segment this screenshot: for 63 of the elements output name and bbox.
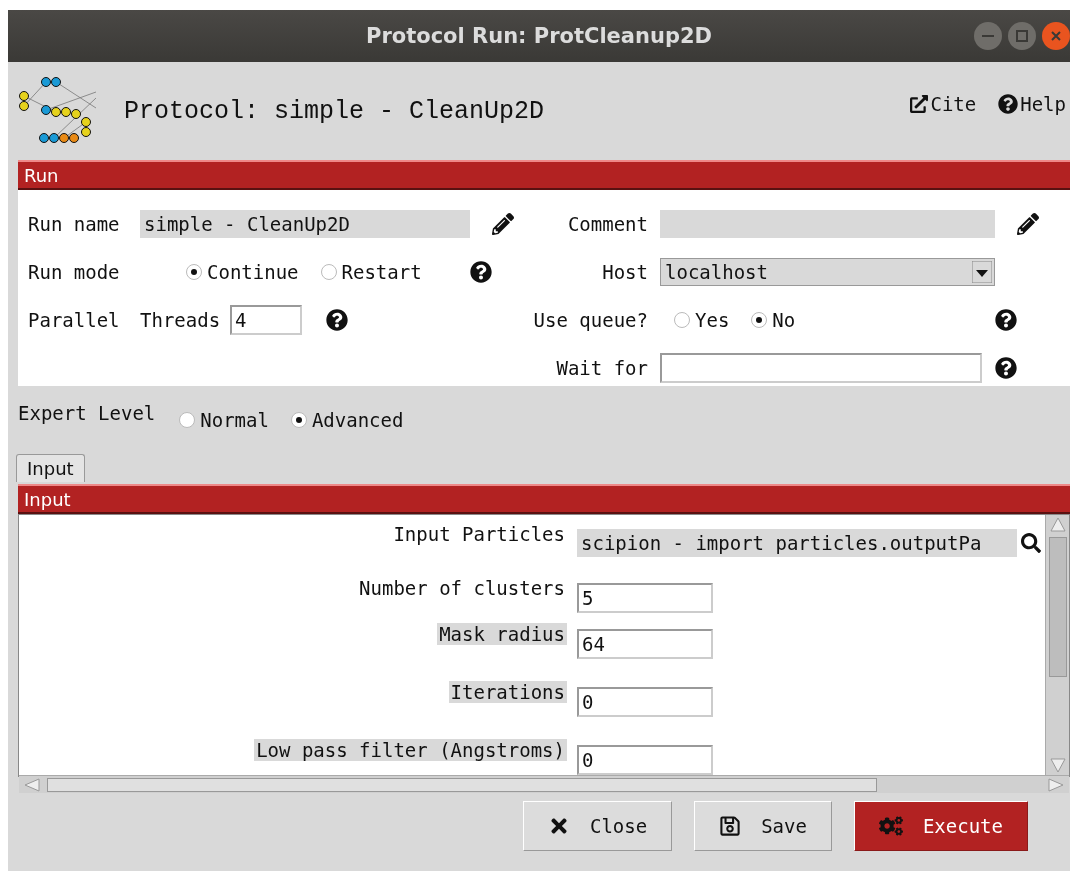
input-field[interactable]: 0	[577, 745, 713, 775]
close-icon	[1051, 31, 1061, 41]
protocol-title: Protocol: simple - CleanUp2D	[124, 96, 546, 126]
field-label: Expert Level	[18, 402, 156, 424]
field-label: Comment	[567, 213, 649, 235]
field-label: Run name	[28, 213, 120, 235]
help-icon[interactable]	[470, 261, 492, 283]
input-field[interactable]: scipion - import particles.outputPa	[577, 529, 1017, 557]
external-link-icon	[910, 95, 929, 113]
radio-option[interactable]: Restart	[320, 261, 422, 283]
field-label: Wait for	[556, 357, 649, 379]
window-title: Protocol Run: ProtCleanup2D	[366, 24, 712, 48]
field-label: Threads	[140, 309, 221, 331]
section-header: Input	[18, 484, 1070, 514]
close-button[interactable]	[1042, 22, 1070, 50]
scroll-left-arrow-icon[interactable]	[23, 777, 41, 792]
gears-icon	[878, 814, 903, 838]
field-label: Mask radius	[437, 623, 567, 645]
scroll-down-arrow-icon[interactable]	[1048, 757, 1067, 775]
input-field[interactable]: 4	[230, 305, 303, 335]
help-icon[interactable]	[995, 309, 1017, 331]
input-field[interactable]: 0	[577, 687, 713, 717]
help-icon	[998, 94, 1019, 114]
radio-option[interactable]: Advanced	[290, 409, 404, 431]
search-icon[interactable]	[1021, 533, 1041, 553]
vertical-scrollbar[interactable]	[1045, 515, 1069, 775]
radio-option[interactable]: Continue	[186, 261, 299, 283]
dropdown[interactable]: localhost	[660, 258, 995, 286]
tab[interactable]: Input	[16, 454, 85, 482]
input-field[interactable]	[660, 353, 982, 383]
field-label: Number of clusters	[358, 577, 566, 599]
dropdown-arrow-icon	[972, 261, 992, 283]
header-link[interactable]: Cite	[910, 93, 977, 115]
action-button[interactable]: Execute	[853, 801, 1028, 851]
scroll-right-arrow-icon[interactable]	[1047, 777, 1065, 792]
action-button[interactable]: Close	[522, 801, 673, 851]
field-label: Run mode	[28, 261, 120, 283]
radio-option[interactable]: No	[751, 309, 796, 331]
help-icon[interactable]	[995, 357, 1017, 379]
header-link[interactable]: Help	[998, 93, 1066, 115]
minimize-button[interactable]	[974, 22, 1002, 50]
field-label: Host	[602, 261, 649, 283]
field-label: Parallel	[28, 309, 120, 331]
section-header: Run	[18, 160, 1070, 190]
maximize-icon	[1016, 30, 1028, 42]
radio-option[interactable]: Yes	[674, 309, 730, 331]
help-icon[interactable]	[326, 309, 349, 331]
pencil-icon[interactable]	[492, 213, 514, 235]
pencil-icon[interactable]	[1017, 213, 1039, 235]
scroll-up-arrow-icon[interactable]	[1048, 515, 1067, 533]
input-field[interactable]: simple - CleanUp2D	[140, 210, 470, 238]
minimize-icon	[982, 35, 994, 37]
field-label: Input Particles	[392, 523, 566, 545]
radio-option[interactable]: Normal	[179, 409, 269, 431]
input-field[interactable]: 5	[577, 583, 713, 613]
field-label: Iterations	[448, 681, 567, 703]
field-label: Use queue?	[533, 309, 649, 331]
maximize-button[interactable]	[1008, 22, 1036, 50]
input-field[interactable]: 64	[577, 629, 713, 659]
horizontal-scrollbar[interactable]	[19, 775, 1069, 793]
field-label: Low pass filter (Angstroms)	[254, 739, 567, 761]
action-button[interactable]: Save	[694, 801, 832, 851]
input-field[interactable]	[660, 210, 995, 238]
